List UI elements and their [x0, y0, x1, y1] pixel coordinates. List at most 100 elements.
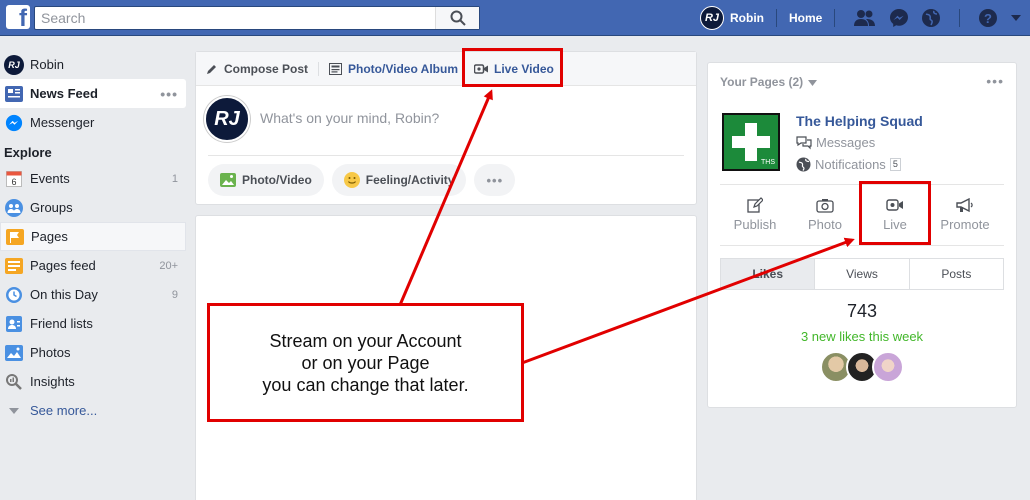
svg-text:?: ? — [984, 11, 992, 26]
news-feed-icon — [4, 84, 24, 104]
composer-body: RJ What's on your mind, Robin? — [196, 86, 696, 156]
highlight-live-video-tab — [462, 48, 563, 87]
status-input[interactable]: What's on your mind, Robin? — [260, 110, 439, 126]
sidebar-item-profile[interactable]: RJ Robin — [0, 50, 186, 79]
panel-title: Your Pages (2) — [720, 75, 804, 89]
home-link[interactable]: Home — [789, 11, 822, 25]
avatar: RJ — [204, 96, 250, 142]
sidebar-item-label: Friend lists — [30, 316, 93, 331]
action-label: Promote — [940, 217, 990, 232]
messenger-icon[interactable] — [889, 8, 909, 28]
page-logo[interactable]: THS — [722, 113, 780, 171]
profile-avatar[interactable]: RJ — [700, 6, 724, 30]
sidebar-item-label: Events — [30, 171, 70, 186]
insights-icon — [4, 372, 24, 392]
svg-text:6: 6 — [11, 177, 16, 187]
page-logo-text: THS — [761, 159, 775, 166]
composer-actions: Photo/Video Feeling/Activity ••• — [196, 156, 696, 196]
sidebar-item-groups[interactable]: Groups — [0, 193, 186, 222]
tab-views[interactable]: Views — [815, 259, 910, 289]
sidebar-item-events[interactable]: 6 Events 1 — [0, 164, 186, 193]
sidebar-item-label: Robin — [30, 57, 64, 72]
calendar-icon: 6 — [4, 169, 24, 189]
tab-label: Photo/Video Album — [348, 61, 459, 76]
sidebar-item-pages[interactable]: Pages — [0, 222, 186, 251]
album-icon — [329, 62, 343, 75]
more-options-icon[interactable]: ••• — [160, 86, 178, 102]
camera-icon — [790, 195, 860, 215]
sidebar-item-pages-feed[interactable]: Pages feed 20+ — [0, 251, 186, 280]
divider — [959, 9, 961, 27]
avatar[interactable] — [872, 351, 904, 383]
chevron-down-icon — [4, 401, 24, 421]
tab-compose-post[interactable]: Compose Post — [206, 62, 308, 76]
search-input[interactable] — [35, 7, 435, 29]
recent-likers — [820, 351, 904, 383]
more-options-button[interactable]: ••• — [474, 164, 516, 196]
photo-icon — [220, 173, 236, 187]
sidebar-item-photos[interactable]: Photos — [0, 338, 186, 367]
divider — [776, 9, 777, 27]
new-likes-text[interactable]: 3 new likes this week — [708, 329, 1016, 344]
chevron-down-icon[interactable] — [1010, 14, 1022, 22]
more-options-icon[interactable]: ••• — [986, 73, 1004, 89]
promote-button[interactable]: Promote — [930, 195, 1000, 232]
feeling-activity-button[interactable]: Feeling/Activity — [331, 164, 467, 196]
action-label: Publish — [733, 217, 777, 232]
sidebar-item-label: Groups — [30, 200, 73, 215]
your-pages-header[interactable]: Your Pages (2) — [720, 75, 818, 89]
help-icon[interactable]: ? — [978, 8, 998, 28]
facebook-logo[interactable]: f — [6, 5, 30, 29]
notifications-count-badge: 5 — [889, 158, 901, 171]
pages-feed-icon — [4, 256, 24, 276]
sidebar-see-more[interactable]: See more... — [0, 396, 186, 425]
photo-button[interactable]: Photo — [790, 195, 860, 232]
sidebar-item-label: Pages feed — [30, 258, 96, 273]
publish-button[interactable]: Publish — [720, 195, 790, 232]
sidebar-item-label: On this Day — [30, 287, 98, 302]
button-label: Photo/Video — [242, 173, 312, 187]
tab-likes[interactable]: Likes — [721, 259, 816, 289]
sidebar-item-messenger[interactable]: Messenger — [0, 108, 186, 137]
sidebar-item-news-feed[interactable]: News Feed ••• — [0, 79, 186, 108]
chat-bubbles-icon — [796, 135, 812, 150]
divider — [720, 245, 1004, 246]
photo-video-button[interactable]: Photo/Video — [208, 164, 324, 196]
messages-label: Messages — [816, 135, 876, 150]
friend-requests-icon[interactable] — [853, 9, 877, 27]
sidebar-item-friend-lists[interactable]: Friend lists — [0, 309, 186, 338]
sidebar-item-label: Pages — [31, 229, 68, 244]
sidebar-item-label: Photos — [30, 345, 71, 360]
page-notifications-link[interactable]: Notifications 5 — [796, 157, 901, 172]
pencil-icon — [206, 63, 218, 75]
sidebar-item-on-this-day[interactable]: On this Day 9 — [0, 280, 186, 309]
photos-icon — [4, 343, 24, 363]
top-right-controls: RJ Robin Home ? — [700, 0, 1028, 36]
callout-line: or on your Page — [301, 352, 430, 373]
search-box — [34, 6, 480, 30]
see-more-link[interactable]: See more... — [30, 403, 97, 418]
explore-heading: Explore — [4, 145, 52, 160]
page-name-link[interactable]: The Helping Squad — [796, 113, 923, 129]
sidebar-item-count: 20+ — [159, 259, 178, 272]
more-options-icon: ••• — [486, 172, 504, 188]
tab-posts[interactable]: Posts — [910, 259, 1003, 289]
action-label: Photo — [808, 217, 842, 232]
sidebar-item-insights[interactable]: Insights — [0, 367, 186, 396]
profile-name-link[interactable]: Robin — [730, 11, 764, 25]
friend-lists-icon — [4, 314, 24, 334]
globe-notifications-icon[interactable] — [921, 8, 941, 28]
callout-line: Stream on your Account — [269, 330, 462, 351]
page-stats-tabs: Likes Views Posts — [720, 258, 1004, 290]
post-composer: Compose Post Photo/Video Album Live Vide… — [195, 51, 697, 205]
notifications-label: Notifications — [815, 157, 886, 172]
left-sidebar: RJ Robin News Feed ••• Messenger Explore… — [0, 50, 186, 425]
page-messages-link[interactable]: Messages — [796, 135, 875, 150]
tab-photo-video-album[interactable]: Photo/Video Album — [329, 62, 458, 76]
sidebar-item-label: Insights — [30, 374, 75, 389]
divider — [208, 155, 684, 156]
edit-icon — [720, 195, 790, 215]
search-button[interactable] — [435, 7, 479, 29]
messenger-icon — [4, 113, 24, 133]
flag-icon — [5, 227, 25, 247]
